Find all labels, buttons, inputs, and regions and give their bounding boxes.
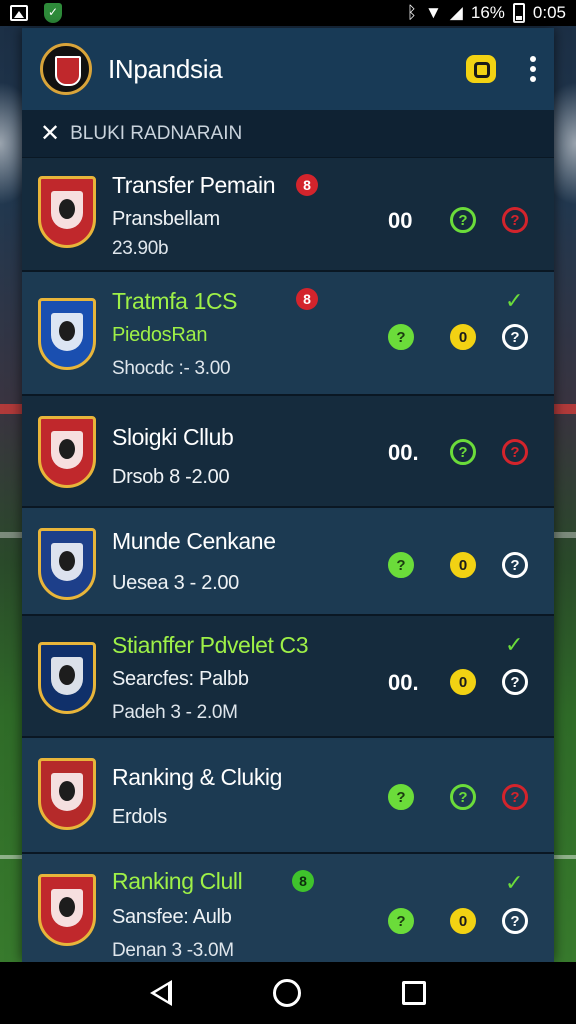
row-title: Sloigki Cllub (112, 424, 234, 450)
app-title: INpandsia (108, 53, 223, 84)
row-badge: 8 (296, 174, 318, 196)
list-item[interactable]: Transfer Pemain 8 Pransbellam 23.90b 00 … (22, 158, 554, 272)
action-button[interactable]: ? (502, 439, 528, 465)
row-subtitle: Sansfee: Aulb (112, 906, 232, 928)
row-subtitle: Erdols (112, 806, 167, 828)
row-meta: Denan 3 -3.0M (112, 940, 234, 961)
check-icon: ✓ (505, 288, 524, 313)
battery-icon (512, 3, 525, 23)
row-meta: Shocdc :- 3.00 (112, 358, 231, 379)
row-title: Stianffer Pdvelet C3 (112, 632, 309, 658)
list-item[interactable]: Munde Cenkane Uesea 3 - 2.00 ? 0 ? (22, 508, 554, 616)
action-button[interactable]: 0 (450, 908, 476, 934)
row-subtitle: Drsob 8 -2.00 (112, 466, 230, 488)
recents-icon[interactable] (401, 981, 426, 1005)
club-crest-icon (38, 528, 96, 600)
list-item[interactable]: Ranking & Clukig Erdols ? ? ? (22, 738, 554, 854)
bluetooth-icon: ᛒ (406, 3, 417, 22)
club-crest-icon (38, 642, 96, 714)
row-title: Ranking Clull (112, 868, 243, 894)
action-button[interactable]: ? (502, 207, 528, 233)
action-button[interactable]: ? (502, 784, 528, 810)
shield-check-icon (44, 3, 62, 23)
action-button[interactable]: ? (388, 784, 414, 810)
check-icon: ✓ (505, 632, 524, 657)
signal-icon: ◢ (449, 3, 463, 22)
action-button[interactable]: 0 (450, 324, 476, 350)
action-button[interactable]: ? (450, 784, 476, 810)
back-icon[interactable] (150, 980, 173, 1006)
home-icon[interactable] (272, 979, 301, 1007)
row-title: Munde Cenkane (112, 528, 276, 554)
action-button[interactable]: ? (388, 324, 414, 350)
image-icon (10, 5, 28, 21)
action-button[interactable]: ? (388, 908, 414, 934)
club-crest-icon (38, 758, 96, 830)
close-icon[interactable]: ✕ (40, 119, 60, 148)
action-button[interactable]: ? (450, 439, 476, 465)
club-crest-icon (38, 416, 96, 488)
row-score: 00. (388, 670, 419, 695)
action-button[interactable]: ? (502, 908, 528, 934)
row-score: 00. (388, 440, 419, 465)
club-logo-icon[interactable] (40, 43, 92, 95)
player-list: Transfer Pemain 8 Pransbellam 23.90b 00 … (22, 158, 554, 962)
app-bar: INpandsia (22, 28, 554, 110)
row-subtitle: Uesea 3 - 2.00 (112, 572, 239, 594)
check-icon: ✓ (505, 870, 524, 895)
row-title: Ranking & Clukig (112, 764, 283, 790)
row-title: Tratmfa 1CS (112, 288, 238, 314)
navigation-bar (0, 962, 576, 1024)
battery-percent: 16% (470, 3, 505, 22)
more-vert-icon[interactable] (530, 56, 536, 82)
row-subtitle: Pransbellam (112, 208, 220, 230)
row-score: 00 (388, 208, 413, 233)
app-panel: INpandsia ✕ BLUKI RADNARAIN Transfer Pem… (22, 28, 554, 962)
action-button[interactable]: ? (502, 669, 528, 695)
row-badge: 8 (292, 870, 314, 892)
row-subtitle: Searcfes: Palbb (112, 668, 249, 690)
action-button[interactable]: 0 (450, 669, 476, 695)
status-bar: ᛒ ▼ ◢ 16% 0:05 (0, 0, 576, 26)
sub-bar: ✕ BLUKI RADNARAIN (22, 110, 554, 158)
row-subtitle: PiedosRan (112, 324, 208, 346)
sub-bar-title: BLUKI RADNARAIN (70, 122, 243, 144)
list-item[interactable]: Tratmfa 1CS 8 ✓ PiedosRan Shocdc :- 3.00… (22, 272, 554, 396)
clock: 0:05 (532, 3, 566, 22)
action-button[interactable]: ? (450, 207, 476, 233)
action-button[interactable]: ? (388, 552, 414, 578)
action-button[interactable]: 0 (450, 552, 476, 578)
wifi-icon: ▼ (424, 3, 442, 22)
club-crest-icon (38, 176, 96, 248)
action-button[interactable]: ? (502, 552, 528, 578)
club-crest-icon (38, 298, 96, 370)
notification-icon[interactable] (466, 55, 496, 83)
club-crest-icon (38, 874, 96, 946)
row-meta: 23.90b (112, 238, 169, 259)
row-meta: Padeh 3 - 2.0M (112, 702, 238, 723)
row-badge: 8 (296, 288, 318, 310)
action-button[interactable]: ? (502, 324, 528, 350)
list-item[interactable]: Sloigki Cllub Drsob 8 -2.00 00. ? ? (22, 396, 554, 508)
list-item[interactable]: Stianffer Pdvelet C3 ✓ Searcfes: Palbb P… (22, 616, 554, 738)
row-title: Transfer Pemain (112, 172, 276, 198)
list-item[interactable]: Ranking Clull 8 ✓ Sansfee: Aulb Denan 3 … (22, 854, 554, 962)
